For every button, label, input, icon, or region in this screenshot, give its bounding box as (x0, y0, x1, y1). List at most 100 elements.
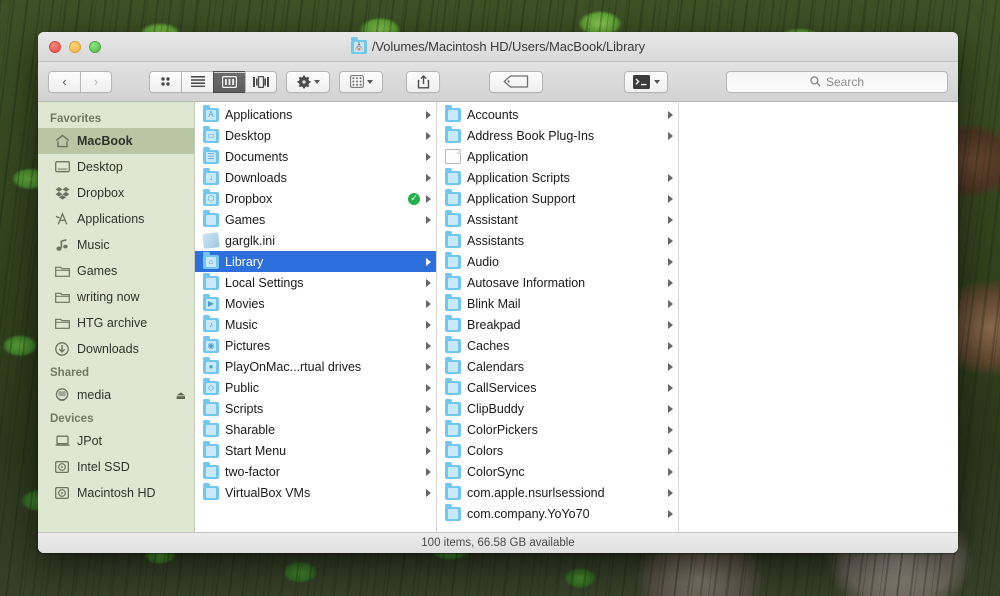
window-titlebar[interactable]: ⛪ /Volumes/Macintosh HD/Users/MacBook/Li… (38, 32, 958, 62)
column-macbook: A Applications ▭ Desktop ☰ Documents ↓ Download… (195, 102, 437, 532)
file-row[interactable]: ▶ Movies (195, 293, 436, 314)
file-row[interactable]: ♪ Music (195, 314, 436, 335)
display-icon (54, 387, 70, 403)
zoom-button[interactable] (89, 40, 101, 53)
coverflow-view-button[interactable] (245, 70, 277, 93)
status-bar: 100 items, 66.58 GB available (38, 532, 958, 553)
file-row[interactable]: Start Menu (195, 440, 436, 461)
file-name: Local Settings (225, 275, 304, 290)
share-button[interactable] (406, 70, 440, 93)
file-row[interactable]: Breakpad (437, 314, 678, 335)
file-row[interactable]: Games (195, 209, 436, 230)
file-row[interactable]: ColorSync (437, 461, 678, 482)
sidebar-item-media[interactable]: media ⏏ (38, 382, 194, 408)
tag-button[interactable] (489, 70, 543, 93)
sidebar-item-macbook[interactable]: MacBook (38, 128, 194, 154)
file-row[interactable]: two-factor (195, 461, 436, 482)
column-view-button[interactable] (213, 70, 245, 93)
sidebar-item-dropbox[interactable]: Dropbox (38, 180, 194, 206)
sidebar-item-applications[interactable]: Applications (38, 206, 194, 232)
file-row[interactable]: Assistants (437, 230, 678, 251)
sidebar-item-downloads[interactable]: Downloads (38, 336, 194, 362)
forward-button[interactable]: › (80, 70, 112, 93)
disclosure-arrow-icon (426, 341, 431, 350)
list-view-button[interactable] (181, 70, 213, 93)
file-row[interactable]: A Applications (195, 104, 436, 125)
file-row[interactable]: ClipBuddy (437, 398, 678, 419)
sidebar-item-writing-now[interactable]: writing now (38, 284, 194, 310)
file-row[interactable]: garglk.ini (195, 230, 436, 251)
folder-icon (203, 210, 219, 227)
file-name: Assistants (467, 233, 524, 248)
back-button[interactable]: ‹ (48, 70, 80, 93)
file-row[interactable]: CallServices (437, 377, 678, 398)
folder-icon (445, 441, 461, 458)
icon-view-button[interactable] (149, 70, 181, 93)
file-row[interactable]: VirtualBox VMs (195, 482, 436, 503)
applications-icon (54, 211, 70, 227)
sidebar-item-macintosh-hd[interactable]: Macintosh HD (38, 480, 194, 506)
folder-icon (203, 420, 219, 437)
file-row[interactable]: Autosave Information (437, 272, 678, 293)
disclosure-arrow-icon (668, 320, 673, 329)
file-row[interactable]: ⬡ Dropbox ✓ (195, 188, 436, 209)
file-row[interactable]: ColorPickers (437, 419, 678, 440)
file-row[interactable]: ⌂ Library (195, 251, 436, 272)
file-row[interactable]: Application Support (437, 188, 678, 209)
action-menu-button[interactable] (286, 70, 330, 93)
eject-icon[interactable]: ⏏ (176, 389, 186, 402)
sidebar-item-label: Downloads (77, 342, 139, 356)
folder-icon: ◉ (203, 336, 219, 353)
file-row[interactable]: Local Settings (195, 272, 436, 293)
folder-icon (445, 420, 461, 437)
disclosure-arrow-icon (668, 467, 673, 476)
file-row[interactable]: Scripts (195, 398, 436, 419)
file-row[interactable]: ◇ Public (195, 377, 436, 398)
file-row[interactable]: Blink Mail (437, 293, 678, 314)
file-name: com.apple.nsurlsessiond (467, 485, 605, 500)
disclosure-arrow-icon (668, 236, 673, 245)
file-row[interactable]: Application (437, 146, 678, 167)
chevron-left-icon: ‹ (62, 74, 67, 89)
desktop-icon (54, 159, 70, 175)
sidebar-item-jpot[interactable]: JPot (38, 428, 194, 454)
file-row[interactable]: ↓ Downloads (195, 167, 436, 188)
file-row[interactable]: com.apple.nsurlsessiond (437, 482, 678, 503)
arrange-menu-button[interactable] (339, 70, 383, 93)
chevron-down-icon (366, 79, 373, 84)
file-row[interactable]: Application Scripts (437, 167, 678, 188)
close-button[interactable] (49, 40, 61, 53)
finder-sidebar: Favorites MacBook Desktop Dropbox Applicatio… (38, 102, 195, 532)
file-row[interactable]: ◉ Pictures (195, 335, 436, 356)
sidebar-item-music[interactable]: Music (38, 232, 194, 258)
file-name: Movies (225, 296, 265, 311)
file-name: Autosave Information (467, 275, 586, 290)
file-name: two-factor (225, 464, 280, 479)
search-field[interactable]: Search (726, 70, 948, 93)
file-row[interactable]: Assistant (437, 209, 678, 230)
file-name: PlayOnMac...rtual drives (225, 359, 362, 374)
sidebar-item-label: Desktop (77, 160, 123, 174)
file-row[interactable]: Audio (437, 251, 678, 272)
file-row[interactable]: Accounts (437, 104, 678, 125)
file-row[interactable]: Sharable (195, 419, 436, 440)
minimize-button[interactable] (69, 40, 81, 53)
file-name: Scripts (225, 401, 264, 416)
sidebar-item-htg-archive[interactable]: HTG archive (38, 310, 194, 336)
folder-icon (445, 252, 461, 269)
file-row[interactable]: Caches (437, 335, 678, 356)
file-row[interactable]: Colors (437, 440, 678, 461)
terminal-menu-button[interactable] (624, 70, 668, 93)
file-row[interactable]: ● PlayOnMac...rtual drives (195, 356, 436, 377)
sidebar-item-label: Dropbox (77, 186, 125, 200)
file-row[interactable]: Address Book Plug-Ins (437, 125, 678, 146)
file-row[interactable]: ▭ Desktop (195, 125, 436, 146)
disclosure-arrow-icon (426, 404, 431, 413)
sidebar-item-games[interactable]: Games (38, 258, 194, 284)
window-body: Favorites MacBook Desktop Dropbox Applicatio… (38, 102, 958, 532)
sidebar-item-desktop[interactable]: Desktop (38, 154, 194, 180)
sidebar-item-intel-ssd[interactable]: Intel SSD (38, 454, 194, 480)
file-row[interactable]: ☰ Documents (195, 146, 436, 167)
file-row[interactable]: Calendars (437, 356, 678, 377)
file-row[interactable]: com.company.YoYo70 (437, 503, 678, 524)
